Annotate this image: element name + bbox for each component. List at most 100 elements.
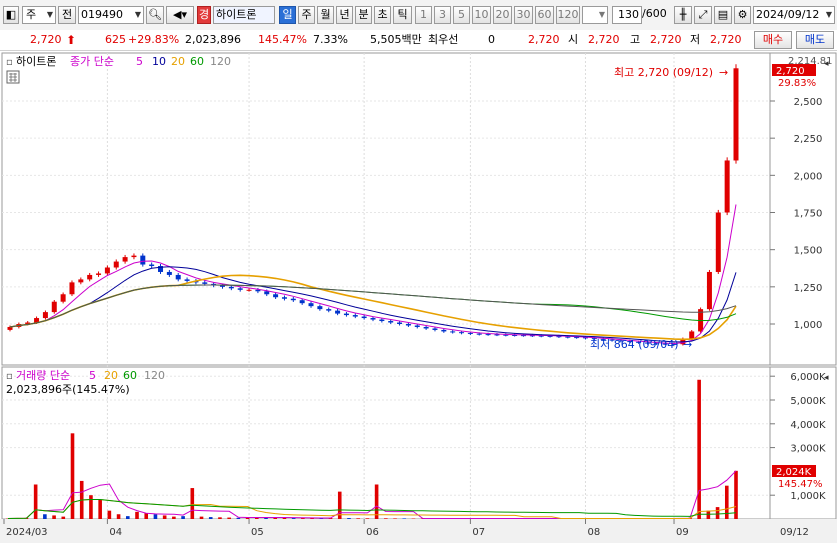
volume-axis-label: 3,000K (790, 444, 826, 455)
volume-bar (98, 499, 102, 519)
date-axis-label: 07 (472, 527, 485, 538)
candle-body (335, 310, 341, 314)
price-panel-name: 하이트론 (16, 54, 56, 68)
gear-icon[interactable]: ⚙ (734, 6, 751, 24)
date-input[interactable]: 2024/09/12 ▼ (753, 6, 835, 24)
period-second-button[interactable]: 초 (374, 6, 391, 24)
price-axis-label: 1,750 (794, 209, 823, 220)
type-select-value: 주 (26, 8, 37, 21)
change-value: 625 (105, 33, 126, 46)
scope-button[interactable]: 전 (58, 6, 76, 24)
warning-badge: 경 (197, 6, 211, 24)
volume-bar (365, 518, 370, 519)
chart-settings-icon[interactable]: ◧ (3, 6, 19, 24)
candle-body (96, 273, 102, 275)
volume-axis-label: 5,000K (790, 396, 826, 407)
vol-ma60-label: 60 (123, 369, 137, 382)
candle-body (308, 303, 314, 307)
volume-ratio: 145.47% (258, 33, 307, 46)
volume-axis-label: 1,000K (790, 491, 826, 502)
candle-body (246, 289, 252, 291)
panel-collapse-icon[interactable]: ◂ (824, 59, 829, 69)
trendline-icon[interactable]: ⤢ (694, 6, 712, 24)
candle-body (228, 286, 234, 289)
indicator-icon[interactable]: ▤ (714, 6, 732, 24)
period-tick-button[interactable]: 틱 (393, 6, 412, 24)
candle-body (441, 329, 447, 332)
period-month-button[interactable]: 월 (317, 6, 334, 24)
candle-body (379, 319, 385, 322)
open-price: 2,720 (588, 33, 620, 46)
volume-pct-tag: 145.47% (778, 479, 823, 490)
candle-body (87, 274, 93, 280)
vol-ma20-label: 20 (104, 369, 118, 382)
toolbar: ◧ 주 ▼ 전 019490 ▼ 🔍︎ ◀▾ 경 하이트론 일 주 월 년 분 … (0, 0, 837, 31)
sell-button[interactable]: 매도 (796, 31, 834, 49)
candle-body (175, 274, 181, 280)
candle-body (113, 261, 119, 268)
period-minute-button[interactable]: 분 (355, 6, 372, 24)
buy-button[interactable]: 매수 (754, 31, 792, 49)
count-input[interactable]: 130 (612, 6, 642, 24)
date-axis-label: 04 (109, 527, 122, 538)
volume-bar (33, 484, 38, 519)
candle-body (122, 257, 128, 262)
candle-body (281, 297, 287, 299)
candle-body (184, 279, 190, 281)
period-week-button[interactable]: 주 (298, 6, 315, 24)
volume-axis-label: 4,000K (790, 420, 826, 431)
candle-body (352, 315, 358, 317)
period-year-button[interactable]: 년 (336, 6, 353, 24)
turnover-rate: 7.33% (313, 33, 348, 46)
candle-body (51, 301, 57, 313)
candle-body (361, 316, 367, 319)
trade-value: 5,505백만 (370, 33, 422, 46)
candle-body (715, 212, 721, 272)
minute-3-button[interactable]: 3 (434, 6, 451, 24)
quote-bar: 2,720 ⬆ 625 +29.83% 2,023,896 145.47% 7.… (0, 30, 837, 51)
date-axis-label: 2024/03 (6, 527, 48, 538)
volume-collapse-icon[interactable]: ◂ (824, 373, 829, 383)
candle-body (326, 309, 332, 311)
count-total: /600 (642, 7, 667, 20)
minute-120-button[interactable]: 120 (556, 6, 580, 24)
volume-bar (706, 510, 711, 519)
period-day-button[interactable]: 일 (279, 6, 296, 24)
ma10-label: 10 (152, 55, 166, 68)
volume-bar (153, 514, 158, 519)
chart-area[interactable]: 2,500 2,250 2,000 1,750 1,500 1,250 1,000 6,000… (0, 50, 837, 543)
minute-5-button[interactable]: 5 (453, 6, 470, 24)
minute-10-button[interactable]: 10 (472, 6, 491, 24)
change-percent: +29.83% (128, 33, 180, 46)
candle-body (388, 321, 394, 323)
volume-bar (125, 516, 130, 519)
volume-bar (70, 433, 75, 519)
volume-bar (697, 379, 701, 519)
chevron-down-icon: ▼ (598, 10, 605, 19)
volume-bar (218, 517, 222, 519)
candle-body (166, 271, 172, 275)
volume-menu-icon[interactable]: ▫ (6, 371, 13, 382)
volume-value: 2,023,896 (185, 33, 241, 46)
type-select[interactable]: 주 ▼ (22, 6, 56, 24)
search-icon[interactable]: 🔍︎ (146, 6, 164, 24)
candle-body (60, 294, 66, 302)
ma20-label: 20 (171, 55, 185, 68)
minute-30-button[interactable]: 30 (514, 6, 533, 24)
volume-info: 2,023,896주(145.47%) (6, 383, 130, 396)
ma60-label: 60 (190, 55, 204, 68)
date-axis-label: 09 (676, 527, 689, 538)
minute-60-button[interactable]: 60 (535, 6, 554, 24)
candle-body (733, 68, 739, 161)
candle-body (574, 337, 580, 339)
stock-code-value: 019490 (81, 8, 123, 21)
high-arrow-icon: → (719, 66, 728, 79)
panel-menu-icon[interactable]: ▫ (6, 57, 13, 68)
minute-20-button[interactable]: 20 (493, 6, 512, 24)
minute-1-button[interactable]: 1 (415, 6, 432, 24)
low-arrow-icon: → (683, 338, 692, 351)
candle-type-icon[interactable]: ╫ (674, 6, 692, 24)
speaker-icon[interactable]: ◀▾ (166, 6, 194, 24)
minute-select[interactable]: ▼ (582, 6, 608, 24)
stock-code-input[interactable]: 019490 ▼ (78, 6, 144, 24)
